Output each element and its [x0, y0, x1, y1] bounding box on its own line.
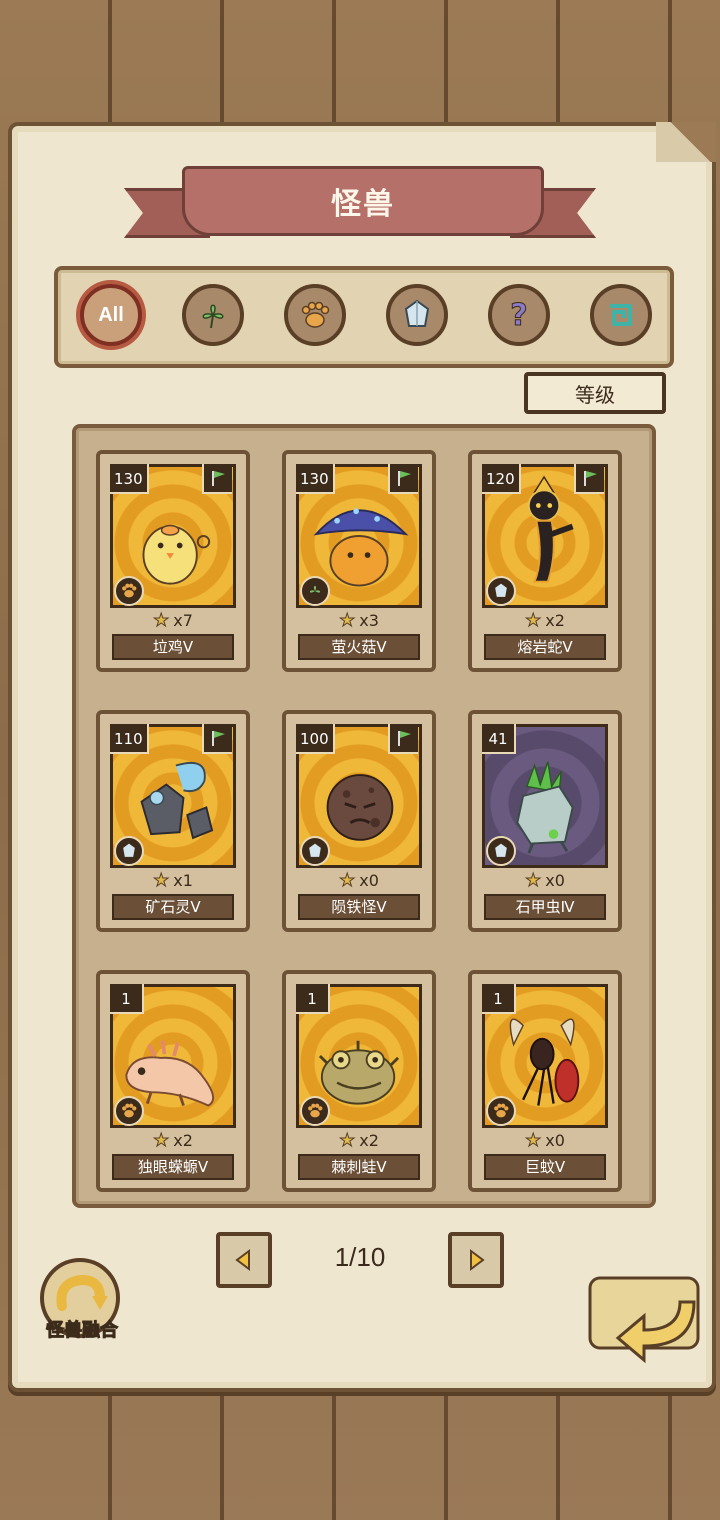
filter-spiral-button[interactable]: [590, 284, 652, 346]
flag-icon: [388, 724, 418, 754]
monster-name: 石甲虫Ⅳ: [484, 894, 606, 920]
question-icon: ?: [510, 297, 528, 333]
fusion-label: 怪兽融合: [46, 1320, 119, 1342]
monster-card[interactable]: 41 ★ x0 石甲虫Ⅳ: [468, 710, 622, 932]
flag-icon: [574, 464, 604, 494]
filter-plant-button[interactable]: [182, 284, 244, 346]
crystal-icon: [300, 836, 330, 866]
owned-count: ★ x2: [153, 1130, 193, 1152]
flag-icon: [202, 464, 232, 494]
level-badge: 130: [110, 464, 149, 494]
monster-name: 陨铁怪Ⅴ: [298, 894, 420, 920]
filter-all-button[interactable]: All: [80, 284, 142, 346]
paw-icon: [486, 1096, 516, 1126]
spiral-icon: [610, 304, 632, 326]
page-title: 怪兽: [331, 187, 395, 222]
flag-icon: [202, 724, 232, 754]
page-fold: [656, 122, 716, 162]
crystal-icon: [114, 836, 144, 866]
prev-page-button[interactable]: [216, 1232, 272, 1288]
owned-count: ★ x7: [153, 610, 193, 632]
filter-bar: All ?: [54, 266, 674, 368]
owned-count: ★ x3: [339, 610, 379, 632]
level-badge: 130: [296, 464, 335, 494]
level-badge: 1: [482, 984, 516, 1014]
monster-name: 萤火菇Ⅴ: [298, 634, 420, 660]
paw-icon: [114, 1096, 144, 1126]
monster-name: 棘刺蛙Ⅴ: [298, 1154, 420, 1180]
title-ribbon: 怪兽: [120, 158, 600, 248]
arrow-right-icon: [470, 1249, 485, 1271]
paw-icon: [301, 301, 330, 328]
arrow-left-icon: [235, 1249, 250, 1271]
filter-unknown-button[interactable]: ?: [488, 284, 550, 346]
owned-count: ★ x2: [339, 1130, 379, 1152]
owned-count: ★ x2: [525, 610, 565, 632]
monster-card[interactable]: 130 ★ x3 萤火菇Ⅴ: [282, 450, 436, 672]
monster-grid: 130 ★ x7 垃鸡Ⅴ 130 ★ x3 萤火菇Ⅴ 120 ★ x2 熔岩蛇Ⅴ…: [72, 424, 656, 1208]
owned-count: ★ x0: [525, 1130, 565, 1152]
star-icon: ★: [525, 870, 542, 892]
level-badge: 1: [110, 984, 144, 1014]
star-icon: ★: [525, 1130, 542, 1152]
star-icon: ★: [153, 870, 170, 892]
sort-level-button[interactable]: 等级: [524, 372, 666, 414]
level-badge: 1: [296, 984, 330, 1014]
monster-name: 熔岩蛇Ⅴ: [484, 634, 606, 660]
flag-icon: [388, 464, 418, 494]
monster-card[interactable]: 1 ★ x0 巨蚊Ⅴ: [468, 970, 622, 1192]
leaf-icon: [202, 304, 224, 329]
star-icon: ★: [525, 610, 542, 632]
star-icon: ★: [153, 1130, 170, 1152]
filter-mineral-button[interactable]: [386, 284, 448, 346]
back-button[interactable]: [584, 1272, 704, 1376]
next-page-button[interactable]: [448, 1232, 504, 1288]
level-badge: 100: [296, 724, 335, 754]
star-icon: ★: [339, 870, 356, 892]
star-icon: ★: [339, 1130, 356, 1152]
star-icon: ★: [153, 610, 170, 632]
level-badge: 41: [482, 724, 516, 754]
paw-icon: [114, 576, 144, 606]
owned-count: ★ x0: [339, 870, 379, 892]
monster-card[interactable]: 1 ★ x2 独眼蝾螈Ⅴ: [96, 970, 250, 1192]
page-indicator: 1/10: [334, 1242, 386, 1272]
back-arrow-icon: [588, 1276, 700, 1364]
monster-card[interactable]: 120 ★ x2 熔岩蛇Ⅴ: [468, 450, 622, 672]
monster-card[interactable]: 1 ★ x2 棘刺蛙Ⅴ: [282, 970, 436, 1192]
star-icon: ★: [339, 610, 356, 632]
monster-name: 独眼蝾螈Ⅴ: [112, 1154, 234, 1180]
owned-count: ★ x1: [153, 870, 193, 892]
leaf-icon: [300, 576, 330, 606]
paw-icon: [300, 1096, 330, 1126]
filter-beast-button[interactable]: [284, 284, 346, 346]
monster-card[interactable]: 110 ★ x1 矿石灵Ⅴ: [96, 710, 250, 932]
crystal-icon: [404, 299, 430, 327]
monster-name: 巨蚊Ⅴ: [484, 1154, 606, 1180]
monster-fusion-button[interactable]: 怪兽融合: [30, 1258, 134, 1348]
monster-card[interactable]: 130 ★ x7 垃鸡Ⅴ: [96, 450, 250, 672]
level-badge: 120: [482, 464, 521, 494]
level-badge: 110: [110, 724, 149, 754]
crystal-icon: [486, 836, 516, 866]
monster-name: 矿石灵Ⅴ: [112, 894, 234, 920]
owned-count: ★ x0: [525, 870, 565, 892]
all-icon: All: [98, 303, 124, 326]
crystal-icon: [486, 576, 516, 606]
monster-name: 垃鸡Ⅴ: [112, 634, 234, 660]
monster-card[interactable]: 100 ★ x0 陨铁怪Ⅴ: [282, 710, 436, 932]
